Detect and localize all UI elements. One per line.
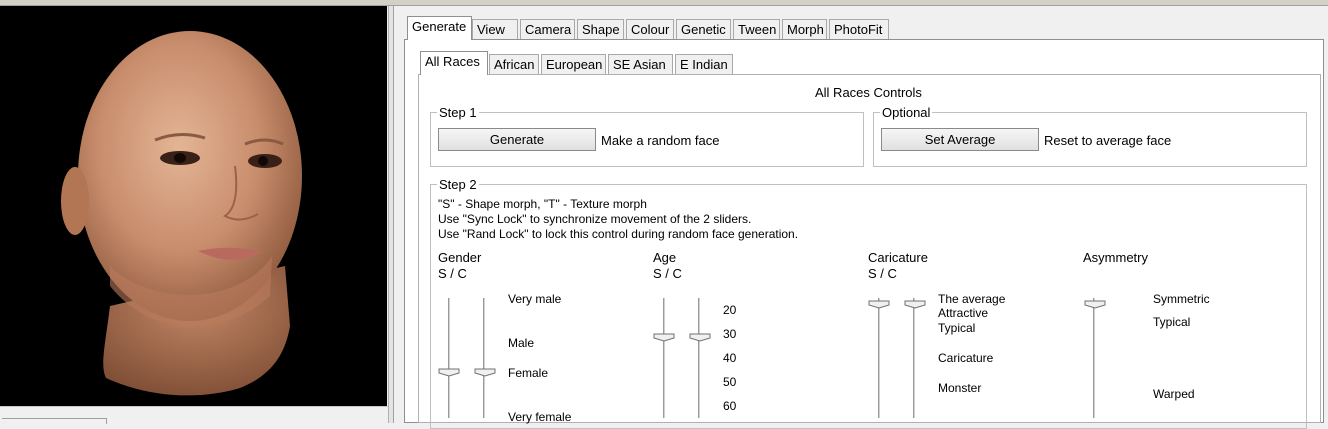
caricature-sync-label: S / C xyxy=(868,266,897,281)
age-shape-slider-track[interactable] xyxy=(663,298,666,418)
tab-genetic[interactable]: Genetic xyxy=(676,19,731,39)
age-scale-label: 30 xyxy=(723,327,737,341)
set-average-button[interactable]: Set Average xyxy=(881,128,1039,151)
caricature-scale-label: Typical xyxy=(938,321,976,335)
tab-camera[interactable]: Camera xyxy=(520,19,575,39)
caricature-scale-label: The average xyxy=(938,292,1006,306)
age-title: Age xyxy=(653,250,677,265)
tab-se-asian[interactable]: SE Asian xyxy=(608,54,673,74)
age-shape-slider-thumb[interactable] xyxy=(653,333,675,342)
splitter-line xyxy=(393,6,394,423)
step1-title: Step 1 xyxy=(437,105,479,120)
tab-view[interactable]: View xyxy=(472,19,518,39)
gender-scale-label: Very female xyxy=(508,410,572,424)
asymmetry-slider-thumb[interactable] xyxy=(1084,300,1106,309)
generate-description: Make a random face xyxy=(601,133,720,148)
age-scale-label: 40 xyxy=(723,351,737,365)
caricature-shape-slider-thumb[interactable] xyxy=(868,300,890,309)
caricature-texture-slider-thumb[interactable] xyxy=(904,300,926,309)
face-viewport[interactable] xyxy=(0,6,387,406)
help-line: Use "Sync Lock" to synchronize movement … xyxy=(438,212,752,226)
panel-title: All Races Controls xyxy=(815,85,922,100)
caricature-scale-label: Monster xyxy=(938,381,982,395)
age-texture-slider-thumb[interactable] xyxy=(689,333,711,342)
tab-photofit[interactable]: PhotoFit xyxy=(829,19,889,39)
age-scale-label: 20 xyxy=(723,303,737,317)
set-average-description: Reset to average face xyxy=(1044,133,1172,148)
tab-african[interactable]: African xyxy=(489,54,539,74)
asymmetry-scale-label: Typical xyxy=(1153,315,1191,329)
gender-title: Gender xyxy=(438,250,482,265)
tab-shape[interactable]: Shape xyxy=(577,19,624,39)
age-scale-label: 50 xyxy=(723,375,737,389)
tab-generate[interactable]: Generate xyxy=(407,16,472,40)
age-sync-label: S / C xyxy=(653,266,682,281)
gender-shape-slider-thumb[interactable] xyxy=(438,368,460,377)
tab-e-indian[interactable]: E Indian xyxy=(675,54,733,74)
help-line: "S" - Shape morph, "T" - Texture morph xyxy=(438,197,647,211)
gender-sync-label: S / C xyxy=(438,266,467,281)
asymmetry-slider-track[interactable] xyxy=(1093,298,1096,418)
gender-scale-label: Very male xyxy=(508,292,562,306)
gender-shape-slider-track[interactable] xyxy=(448,298,451,418)
face-render xyxy=(61,31,302,396)
tab-colour[interactable]: Colour xyxy=(626,19,674,39)
age-scale-label: 60 xyxy=(723,399,737,413)
tab-all-races[interactable]: All Races xyxy=(420,51,488,75)
age-texture-slider-track[interactable] xyxy=(698,298,701,418)
step2-title: Step 2 xyxy=(437,177,479,192)
caricature-shape-slider-track[interactable] xyxy=(878,298,881,418)
generate-button[interactable]: Generate xyxy=(438,128,596,151)
caricature-scale-label: Attractive xyxy=(938,306,989,320)
caricature-title: Caricature xyxy=(868,250,928,265)
caricature-texture-slider-track[interactable] xyxy=(913,298,916,418)
asymmetry-scale-label: Symmetric xyxy=(1153,292,1210,306)
gender-texture-slider-thumb[interactable] xyxy=(474,368,496,377)
tab-tween[interactable]: Tween xyxy=(733,19,780,39)
optional-title: Optional xyxy=(880,105,933,120)
tab-european[interactable]: European xyxy=(541,54,606,74)
asymmetry-scale-label: Warped xyxy=(1153,387,1195,401)
gender-scale-label: Male xyxy=(508,336,535,350)
tab-morph[interactable]: Morph xyxy=(782,19,827,39)
gender-texture-slider-track[interactable] xyxy=(483,298,486,418)
caricature-scale-label: Caricature xyxy=(938,351,994,365)
status-cell xyxy=(2,418,107,424)
asymmetry-title: Asymmetry xyxy=(1083,250,1148,265)
gender-scale-label: Female xyxy=(508,366,549,380)
help-line: Use "Rand Lock" to lock this control dur… xyxy=(438,227,799,241)
